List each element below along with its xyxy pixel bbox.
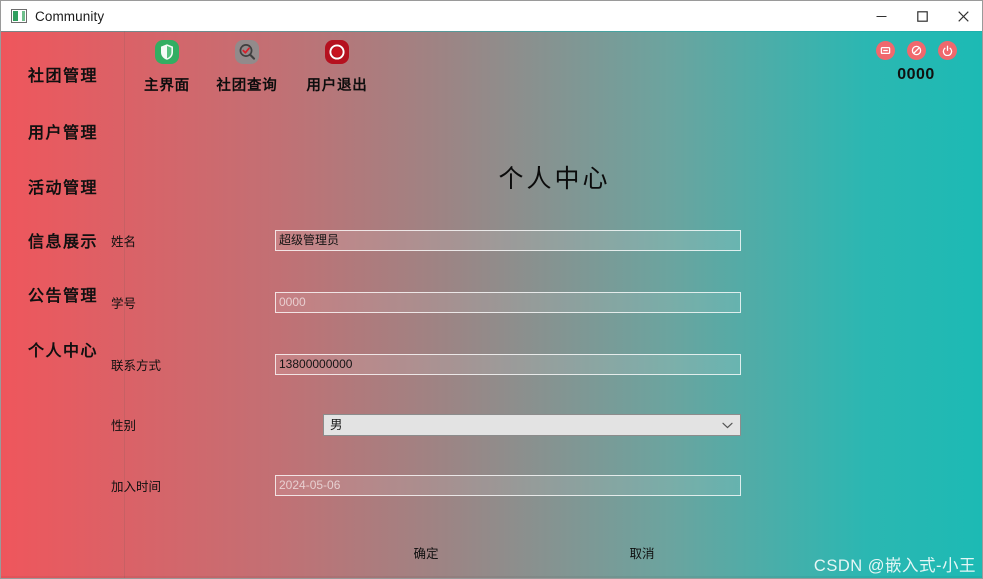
- maximize-button[interactable]: [902, 1, 943, 31]
- sidebar-item-club-management[interactable]: 社团管理: [1, 61, 125, 87]
- label-join-date: 加入时间: [111, 480, 162, 494]
- form-row-name: 姓名 超级管理员: [1, 230, 982, 254]
- app-window-icon: [11, 9, 27, 23]
- input-name[interactable]: 超级管理员: [275, 230, 741, 251]
- label-name: 姓名: [111, 235, 137, 249]
- power-icon[interactable]: [937, 41, 957, 60]
- toolbar-button-home[interactable]: 主界面: [125, 38, 209, 95]
- sidebar-item-user-management[interactable]: 用户管理: [1, 118, 125, 144]
- confirm-button[interactable]: 确定: [391, 541, 461, 565]
- chevron-down-icon: [722, 415, 733, 435]
- label-gender: 性别: [111, 419, 137, 433]
- page-title: 个人中心: [498, 166, 611, 193]
- application-window: Community 社团管理 用户管理 活动管理 信息展示 公告管理 个人中心 …: [0, 0, 983, 579]
- toolbar-button-club-search[interactable]: 社团查询: [205, 38, 289, 95]
- label-contact: 联系方式: [111, 359, 162, 373]
- toolbar-label-user-exit: 用户退出: [306, 78, 368, 94]
- select-gender[interactable]: 男: [323, 414, 741, 436]
- toolbar-button-user-exit[interactable]: 用户退出: [295, 38, 379, 95]
- label-student-id: 学号: [111, 297, 137, 311]
- window-title: Community: [35, 8, 105, 24]
- title-bar-left: Community: [1, 9, 861, 24]
- window-controls: [861, 1, 982, 31]
- close-button[interactable]: [943, 1, 982, 31]
- status-count-label: 0000: [897, 66, 935, 83]
- form-row-gender: 性别 男: [1, 414, 982, 438]
- form-row-student-id: 学号 0000: [1, 292, 982, 316]
- status-icon-group: [861, 41, 971, 60]
- minimize-button[interactable]: [861, 1, 902, 31]
- maximize-icon: [917, 10, 928, 22]
- main-content: 社团管理 用户管理 活动管理 信息展示 公告管理 个人中心 主界面 社团查询 用…: [1, 31, 982, 578]
- sidebar-item-activity-management[interactable]: 活动管理: [1, 173, 125, 199]
- input-student-id[interactable]: 0000: [275, 292, 741, 313]
- toolbar-label-club-search: 社团查询: [216, 78, 278, 94]
- form-row-join-date: 加入时间 2024-05-06: [1, 475, 982, 499]
- search-check-icon: [233, 38, 261, 66]
- close-icon: [958, 10, 969, 22]
- card-icon[interactable]: [875, 41, 895, 60]
- power-exit-icon: [323, 38, 351, 66]
- no-entry-icon[interactable]: [906, 41, 926, 60]
- status-cluster: 0000: [861, 41, 971, 84]
- toolbar: 主界面 社团查询 用户退出: [125, 31, 982, 105]
- toolbar-label-home: 主界面: [144, 78, 190, 94]
- cancel-button[interactable]: 取消: [607, 541, 677, 565]
- input-contact[interactable]: 13800000000: [275, 354, 741, 375]
- title-bar: Community: [1, 1, 982, 31]
- shield-icon: [153, 38, 181, 66]
- input-join-date[interactable]: 2024-05-06: [275, 475, 741, 496]
- watermark-text: CSDN @嵌入式-小王: [813, 557, 976, 575]
- form-row-contact: 联系方式 13800000000: [1, 354, 982, 378]
- select-gender-value: 男: [330, 418, 343, 432]
- minimize-icon: [876, 15, 887, 17]
